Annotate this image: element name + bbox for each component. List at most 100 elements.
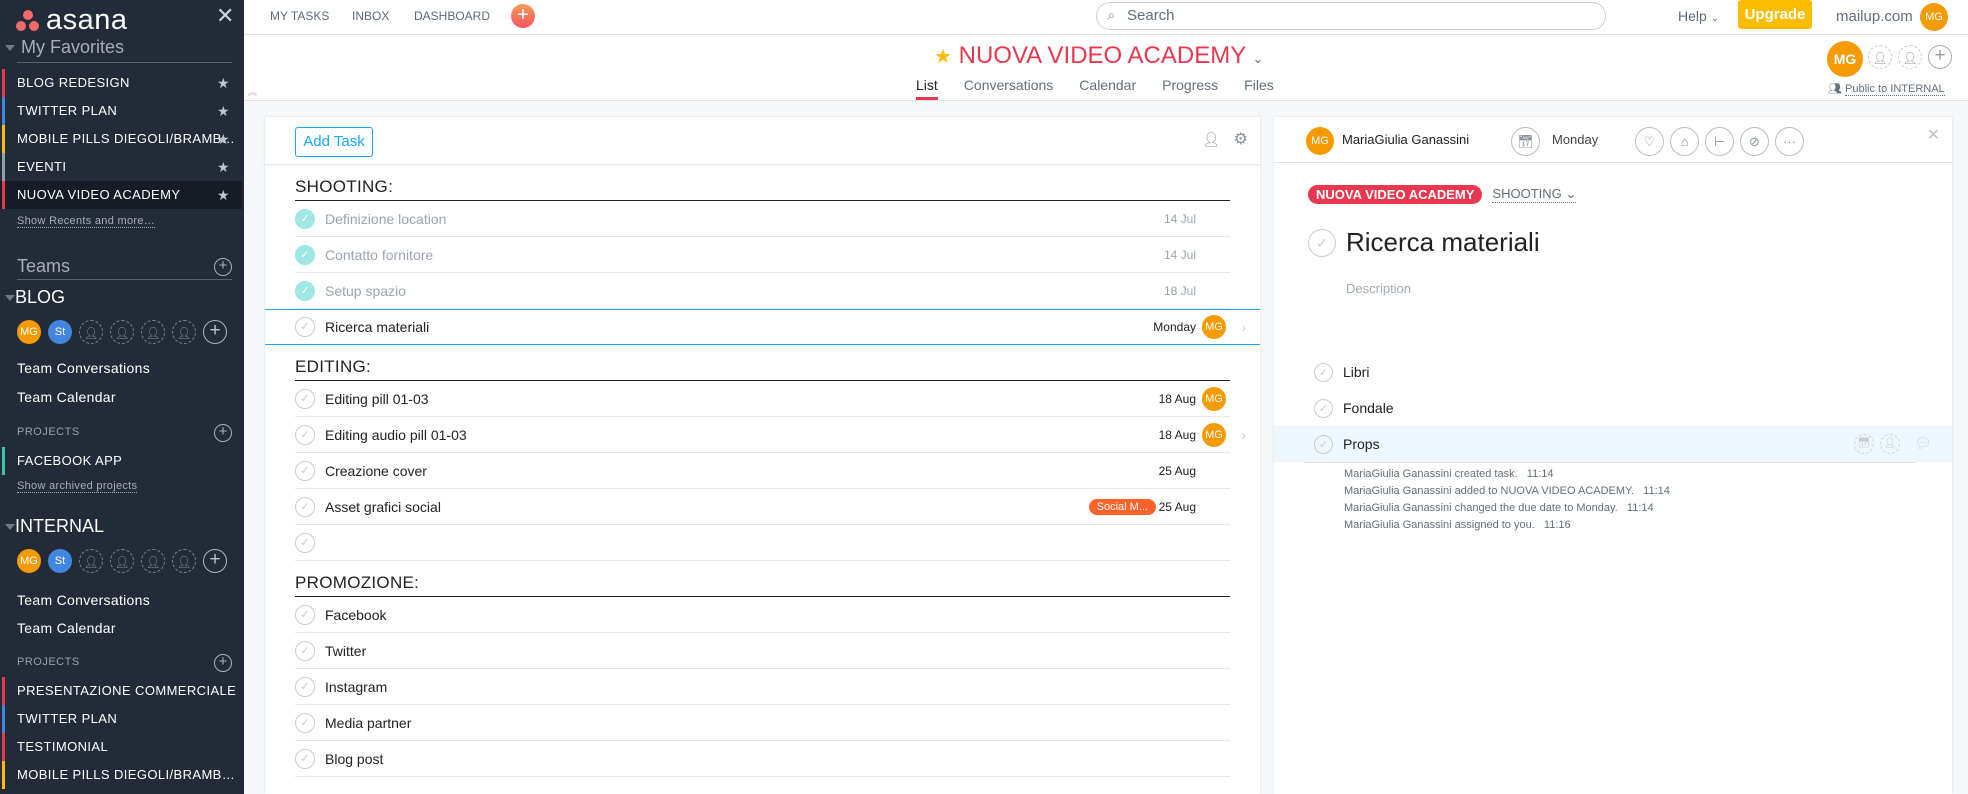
project-tag[interactable]: NUOVA VIDEO ACADEMY <box>1308 185 1483 204</box>
visibility-link[interactable]: 👥︎ Public to INTERNAL <box>1828 82 1945 96</box>
project-title[interactable]: ★ NUOVA VIDEO ACADEMY ⌄ <box>934 42 1263 70</box>
task-checkbox[interactable]: ✓ <box>295 496 315 517</box>
favorite-item[interactable]: EVENTI ★ <box>0 153 242 181</box>
project-item[interactable]: FACEBOOK APP <box>0 447 242 475</box>
empty-member-icon[interactable]: 👤︎ <box>79 549 103 573</box>
assignee-avatar[interactable]: MG <box>1202 386 1226 411</box>
star-icon[interactable]: ★ <box>217 69 230 97</box>
task-checkbox[interactable]: ✓ <box>295 460 315 481</box>
help-menu[interactable]: Help ⌄ <box>1678 0 1719 35</box>
calendar-icon[interactable]: 📅︎ <box>1854 434 1874 454</box>
add-project-icon[interactable]: + <box>214 424 232 442</box>
quick-add-button[interactable]: + <box>511 4 535 28</box>
gear-icon[interactable]: ⚙ <box>1234 129 1248 149</box>
close-sidebar-icon[interactable]: ✕ <box>216 3 234 29</box>
favorite-item[interactable]: MOBILE PILLS DIEGOLI/BRAMB… ★ <box>0 125 242 153</box>
subtask-icon[interactable]: ⊢ <box>1705 127 1734 156</box>
task-title[interactable]: Ricerca materiali <box>1346 227 1540 258</box>
task-due-date[interactable]: 14 Jul <box>1164 248 1196 262</box>
task-checkbox[interactable]: ✓ <box>295 712 315 733</box>
asana-logo[interactable]: asana <box>16 4 128 37</box>
task-row[interactable]: ✓ Instagram <box>295 669 1230 705</box>
task-checkbox[interactable]: ✓ <box>295 640 315 661</box>
task-row[interactable]: ✓ Ricerca materiali Monday MG › <box>265 309 1260 345</box>
task-row[interactable]: ✓ Media partner <box>295 705 1230 741</box>
task-due-date[interactable]: 18 Aug <box>1159 392 1196 406</box>
favorite-item[interactable]: BLOG REDESIGN ★ <box>0 69 242 97</box>
member-avatar[interactable]: St <box>48 549 72 573</box>
assignee-avatar[interactable]: MG <box>1202 315 1226 339</box>
team-calendar-link[interactable]: Team Calendar <box>17 620 116 636</box>
subtask-name[interactable]: Fondale <box>1343 400 1394 416</box>
task-checkbox[interactable]: ✓ <box>295 244 315 265</box>
assignee-icon[interactable]: 👤︎ <box>1880 434 1900 454</box>
project-item[interactable]: TESTIMONIAL <box>0 733 242 761</box>
chevron-right-icon[interactable]: › <box>1241 319 1246 335</box>
task-due-date[interactable]: Monday <box>1153 320 1196 334</box>
member-avatar[interactable]: MG <box>1827 41 1863 77</box>
chevron-down-icon[interactable]: ⌄ <box>1252 51 1263 66</box>
task-due-date[interactable]: 18 Jul <box>1164 284 1196 298</box>
task-due-date[interactable]: 18 Aug <box>1159 428 1196 442</box>
team-calendar-link[interactable]: Team Calendar <box>17 389 116 405</box>
chevron-right-icon[interactable]: › <box>1241 427 1246 443</box>
favorite-item[interactable]: TWITTER PLAN ★ <box>0 97 242 125</box>
user-avatar[interactable]: MG <box>1920 3 1948 31</box>
task-name[interactable]: Asset grafici social <box>325 499 441 515</box>
collapse-header-icon[interactable]: ︽ <box>248 85 257 98</box>
project-item[interactable]: PRESENTAZIONE COMMERCIALE <box>0 677 242 705</box>
nav-dashboard[interactable]: DASHBOARD <box>414 0 490 33</box>
favorite-star-icon[interactable]: ★ <box>934 46 952 68</box>
task-row[interactable]: ✓ Creazione cover 25 Aug <box>295 453 1230 489</box>
show-archived-link[interactable]: Show archived projects <box>17 480 138 493</box>
task-name[interactable]: Definizione location <box>325 211 446 227</box>
tab-conversations[interactable]: Conversations <box>964 77 1054 100</box>
member-avatar[interactable]: St <box>48 320 72 344</box>
favorite-item[interactable]: NUOVA VIDEO ACADEMY ★ <box>0 181 242 209</box>
task-row[interactable]: ✓ Blog post <box>295 741 1230 777</box>
task-row[interactable]: ✓ Contatto fornitore 14 Jul <box>295 237 1230 273</box>
task-checkbox[interactable]: ✓ <box>295 208 315 229</box>
description-field[interactable]: Description <box>1346 281 1411 296</box>
star-icon[interactable]: ★ <box>217 181 230 209</box>
task-row[interactable]: ✓ Setup spazio 18 Jul <box>295 273 1230 309</box>
close-icon[interactable]: ✕ <box>1927 125 1940 145</box>
task-checkbox[interactable]: ✓ <box>295 748 315 769</box>
calendar-icon[interactable]: 📅︎ <box>1511 127 1540 156</box>
complete-task-checkbox[interactable]: ✓ <box>1308 229 1336 257</box>
section-selector[interactable]: SHOOTING ⌄ <box>1492 186 1577 203</box>
search-input[interactable]: ⌕ Search <box>1096 2 1606 30</box>
tab-calendar[interactable]: Calendar <box>1079 77 1136 100</box>
section-header[interactable]: EDITING: <box>295 345 1230 381</box>
task-tag[interactable]: Social M... <box>1088 498 1156 515</box>
empty-member-icon[interactable]: 👤︎ <box>172 549 196 573</box>
attachment-icon[interactable]: ⊘ <box>1740 127 1769 156</box>
task-checkbox[interactable]: ✓ <box>295 676 315 697</box>
assignee-name[interactable]: MariaGiulia Ganassini <box>1342 132 1469 147</box>
subtask-checkbox[interactable]: ✓ <box>1314 398 1333 418</box>
task-row[interactable]: ✓ <box>295 525 1230 561</box>
tab-progress[interactable]: Progress <box>1162 77 1218 100</box>
task-row[interactable]: ✓ Editing audio pill 01-03 18 Aug MG › <box>295 417 1246 453</box>
add-project-icon[interactable]: + <box>214 654 232 672</box>
subtask-checkbox[interactable]: ✓ <box>1314 434 1333 454</box>
task-name[interactable]: Editing audio pill 01-03 <box>325 427 467 443</box>
add-member-icon[interactable]: + <box>203 320 227 344</box>
show-recents-link[interactable]: Show Recents and more… <box>17 215 156 228</box>
tab-list[interactable]: List <box>916 77 938 100</box>
member-avatar[interactable]: MG <box>17 549 41 573</box>
task-checkbox[interactable]: ✓ <box>295 532 315 553</box>
task-row[interactable]: ✓ Facebook <box>295 597 1230 633</box>
subtask-row[interactable]: ✓ Libri <box>1274 354 1952 390</box>
add-member-icon[interactable]: + <box>203 549 227 573</box>
team-header[interactable]: BLOG <box>5 287 65 308</box>
empty-member-icon[interactable]: 👤︎ <box>1898 45 1922 69</box>
empty-member-icon[interactable]: 👤︎ <box>110 320 134 344</box>
task-name[interactable]: Editing pill 01-03 <box>325 391 429 407</box>
subtask-row[interactable]: ✓ Fondale <box>1274 390 1952 426</box>
star-icon[interactable]: ★ <box>217 125 230 153</box>
task-row[interactable]: ✓ Twitter <box>295 633 1230 669</box>
tag-icon[interactable]: ⌂ <box>1670 127 1699 156</box>
task-row[interactable]: ✓ Editing pill 01-03 18 Aug MG <box>295 381 1230 417</box>
empty-member-icon[interactable]: 👤︎ <box>141 320 165 344</box>
